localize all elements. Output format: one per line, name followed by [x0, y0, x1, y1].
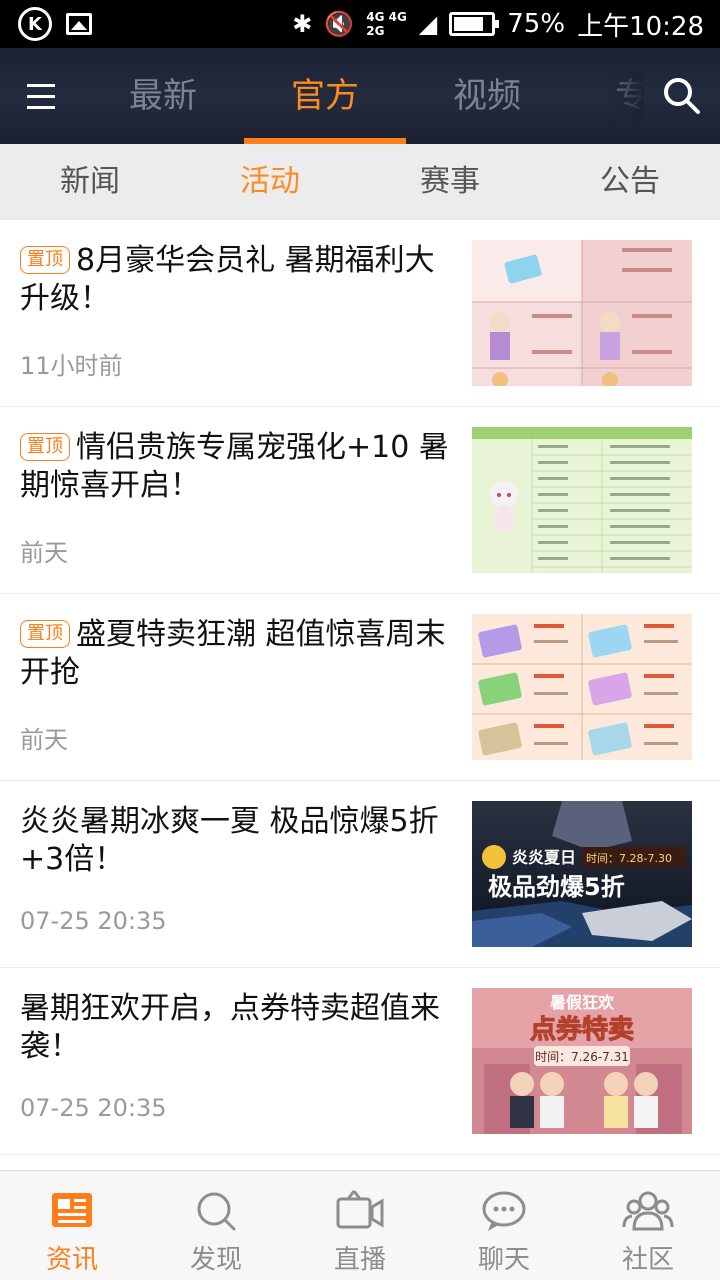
clock: 上午10:28	[577, 11, 704, 42]
battery-percent: 75%	[507, 9, 566, 39]
community-icon	[622, 1191, 674, 1231]
tab-video[interactable]: 视频	[406, 48, 568, 144]
banner-date: 时间：7.26-7.31	[535, 1050, 629, 1064]
bottom-tab-label: 社区	[621, 1245, 674, 1275]
item-thumbnail	[472, 427, 692, 573]
network-bottom-label: 2G	[366, 24, 385, 38]
signal-icon: ◢	[418, 10, 438, 38]
article-list: 置顶 8月豪华会员礼 暑期福利大升级！ 11小时前 置顶 情侣贵族专属宠强化+1…	[0, 220, 720, 1170]
banner-line1: 炎炎夏日	[512, 848, 576, 867]
list-item[interactable]: 置顶 8月豪华会员礼 暑期福利大升级！ 11小时前	[0, 220, 720, 407]
bottom-tab-discover[interactable]: 发现	[144, 1171, 288, 1280]
bottom-tab-label: 发现	[189, 1245, 242, 1275]
banner-line2: 极品劲爆5折	[488, 873, 625, 901]
bottom-tab-news[interactable]: 资讯	[0, 1171, 144, 1280]
banner-date: 时间：7.28-7.30	[586, 852, 672, 865]
item-time: 11小时前	[20, 352, 123, 380]
list-item[interactable]: 炎炎暑期冰爽一夏 极品惊爆5折+3倍！ 07-25 20:35 炎炎夏日 时间：…	[0, 781, 720, 968]
bottom-tab-chat[interactable]: 聊天	[432, 1171, 576, 1280]
subtab-matches[interactable]: 赛事	[360, 144, 540, 220]
item-thumbnail: 炎炎夏日 时间：7.28-7.30 极品劲爆5折	[472, 801, 692, 947]
search-icon	[664, 78, 700, 114]
bottom-tab-label: 资讯	[45, 1245, 98, 1275]
banner-line1: 暑假狂欢	[549, 993, 615, 1012]
pinned-badge: 置顶	[20, 246, 70, 274]
pinned-badge: 置顶	[20, 620, 70, 648]
chat-icon	[482, 1191, 526, 1231]
item-thumbnail: 暑假狂欢 点券特卖 时间：7.26-7.31	[472, 988, 692, 1134]
item-title: 置顶 盛夏特卖狂潮 超值惊喜周末开抢	[20, 617, 446, 690]
item-time: 07-25 20:35	[20, 907, 167, 935]
network-indicator: 4G 4G 2G	[366, 10, 407, 38]
bottom-nav: 资讯 发现 直播 聊天 社区	[0, 1170, 720, 1280]
news-icon	[52, 1193, 92, 1227]
bottom-tab-label: 直播	[333, 1245, 386, 1275]
item-time: 07-25 20:35	[20, 1094, 167, 1122]
app-k-icon: K	[18, 7, 52, 41]
item-time: 前天	[20, 726, 68, 754]
item-title: 炎炎暑期冰爽一夏 极品惊爆5折+3倍！	[20, 804, 439, 877]
battery-icon	[449, 12, 500, 36]
banner-line2: 点券特卖	[530, 1014, 634, 1045]
bluetooth-icon: ✱	[292, 10, 313, 38]
item-thumbnail	[472, 614, 692, 760]
tab-official[interactable]: 官方	[244, 48, 406, 144]
bottom-tab-live[interactable]: 直播	[288, 1171, 432, 1280]
network-top-label: 4G 4G	[366, 10, 407, 24]
menu-button[interactable]	[0, 48, 82, 144]
subtab-events[interactable]: 活动	[180, 144, 360, 220]
status-bar: K ✱ 🔇 4G 4G 2G ◢ 75% 上午10:28	[0, 0, 720, 48]
menu-icon	[27, 83, 55, 87]
item-title: 置顶 8月豪华会员礼 暑期福利大升级！	[20, 243, 435, 316]
tab-latest[interactable]: 最新	[82, 48, 244, 144]
list-item[interactable]: 置顶 盛夏特卖狂潮 超值惊喜周末开抢 前天	[0, 594, 720, 781]
bottom-tab-label: 聊天	[477, 1245, 530, 1275]
discover-icon	[197, 1192, 236, 1231]
search-button[interactable]	[644, 48, 720, 144]
mute-icon: 🔇	[324, 10, 355, 38]
category-tabs: 最新 官方 视频 专栏	[82, 48, 644, 144]
top-nav: 最新 官方 视频 专栏	[0, 48, 720, 144]
item-title: 置顶 情侣贵族专属宠强化+10 暑期惊喜开启！	[20, 430, 449, 503]
image-notification-icon	[66, 13, 92, 35]
subtab-news[interactable]: 新闻	[0, 144, 180, 220]
list-item[interactable]: 暑期狂欢开启，点券特卖超值来袭！ 07-25 20:35 暑假狂欢 点券特卖 时…	[0, 968, 720, 1155]
item-time: 前天	[20, 539, 68, 567]
list-item[interactable]: 置顶 情侣贵族专属宠强化+10 暑期惊喜开启！ 前天	[0, 407, 720, 594]
live-icon	[336, 1190, 384, 1229]
item-title: 暑期狂欢开启，点券特卖超值来袭！	[20, 991, 440, 1064]
pinned-badge: 置顶	[20, 433, 70, 461]
bottom-tab-community[interactable]: 社区	[576, 1171, 720, 1280]
sub-tabs: 新闻 活动 赛事 公告	[0, 144, 720, 220]
item-thumbnail	[472, 240, 692, 386]
subtab-announcements[interactable]: 公告	[540, 144, 720, 220]
